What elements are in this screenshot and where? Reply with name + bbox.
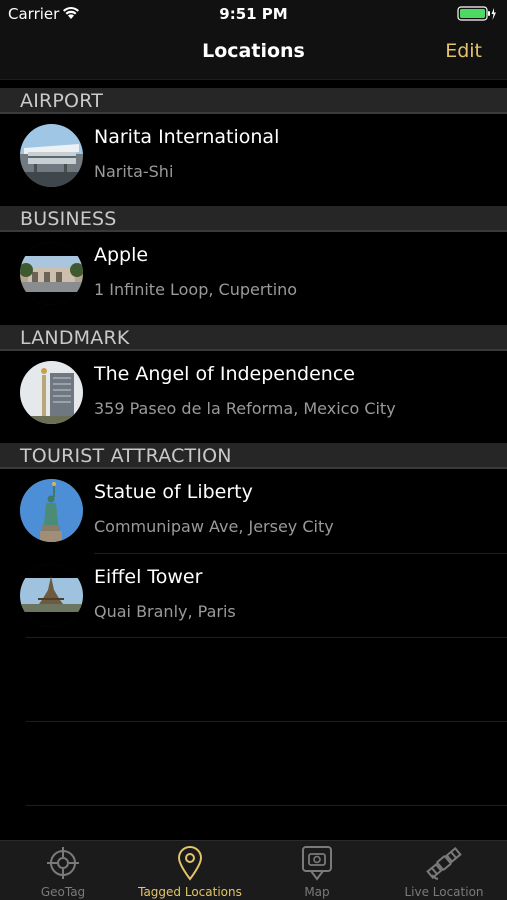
list-item-narita[interactable]: Narita International Narita-Shi (0, 114, 507, 198)
location-subtitle: Communipaw Ave, Jersey City (94, 517, 334, 536)
tab-live-location[interactable]: Live Location (381, 841, 507, 900)
section-header-label: LANDMARK (20, 327, 130, 349)
location-title: Statue of Liberty (94, 481, 253, 503)
locations-list[interactable]: AIRPORT Narita International Narita-Shi … (0, 80, 507, 840)
section-header-landmark: LANDMARK (0, 325, 507, 351)
battery-icon (457, 6, 496, 21)
list-item-eiffel-tower[interactable]: Eiffel Tower Quai Branly, Paris (0, 554, 507, 638)
statue-of-liberty-photo-thumbnail (20, 479, 83, 542)
row-separator (26, 637, 507, 638)
tab-label: GeoTag (40, 885, 86, 899)
tab-label: Tagged Locations (138, 885, 242, 899)
location-subtitle: Narita-Shi (94, 162, 174, 181)
list-item-apple[interactable]: Apple 1 Infinite Loop, Cupertino (0, 232, 507, 316)
tab-bar: GeoTag Tagged Locations Map Live Locatio… (0, 840, 507, 900)
satellite-icon (426, 846, 462, 880)
status-bar: Carrier 9:51 PM (0, 0, 507, 28)
section-header-airport: AIRPORT (0, 88, 507, 114)
location-title: Apple (94, 244, 149, 266)
tab-label: Map (304, 885, 330, 899)
airport-photo-thumbnail (20, 124, 83, 187)
tab-tagged-locations[interactable]: Tagged Locations (127, 841, 253, 900)
navigation-bar: Locations Edit (0, 28, 507, 80)
list-item-angel-of-independence[interactable]: The Angel of Independence 359 Paseo de l… (0, 351, 507, 435)
location-pin-icon (177, 846, 203, 881)
angel-monument-photo-thumbnail (20, 361, 83, 424)
location-subtitle: 359 Paseo de la Reforma, Mexico City (94, 399, 396, 418)
apple-campus-photo-thumbnail (20, 242, 83, 305)
page-title: Locations (202, 40, 305, 62)
section-header-label: TOURIST ATTRACTION (20, 445, 232, 467)
location-title: Narita International (94, 126, 280, 148)
status-time: 9:51 PM (219, 5, 288, 23)
crosshair-icon (47, 847, 79, 879)
section-header-tourist-attraction: TOURIST ATTRACTION (0, 443, 507, 469)
location-title: Eiffel Tower (94, 566, 203, 588)
row-separator (26, 721, 507, 722)
section-header-label: BUSINESS (20, 208, 117, 230)
tab-map[interactable]: Map (254, 841, 380, 900)
location-title: The Angel of Independence (94, 363, 355, 385)
map-icon (302, 846, 332, 881)
tab-label: Live Location (404, 885, 484, 899)
location-subtitle: Quai Branly, Paris (94, 602, 236, 621)
section-header-business: BUSINESS (0, 206, 507, 232)
section-header-label: AIRPORT (20, 90, 104, 112)
tab-geotag[interactable]: GeoTag (0, 841, 126, 900)
list-item-statue-of-liberty[interactable]: Statue of Liberty Communipaw Ave, Jersey… (0, 469, 507, 553)
location-subtitle: 1 Infinite Loop, Cupertino (94, 280, 298, 299)
row-separator (26, 805, 507, 806)
eiffel-tower-photo-thumbnail (20, 564, 83, 627)
edit-button[interactable]: Edit (445, 40, 482, 62)
